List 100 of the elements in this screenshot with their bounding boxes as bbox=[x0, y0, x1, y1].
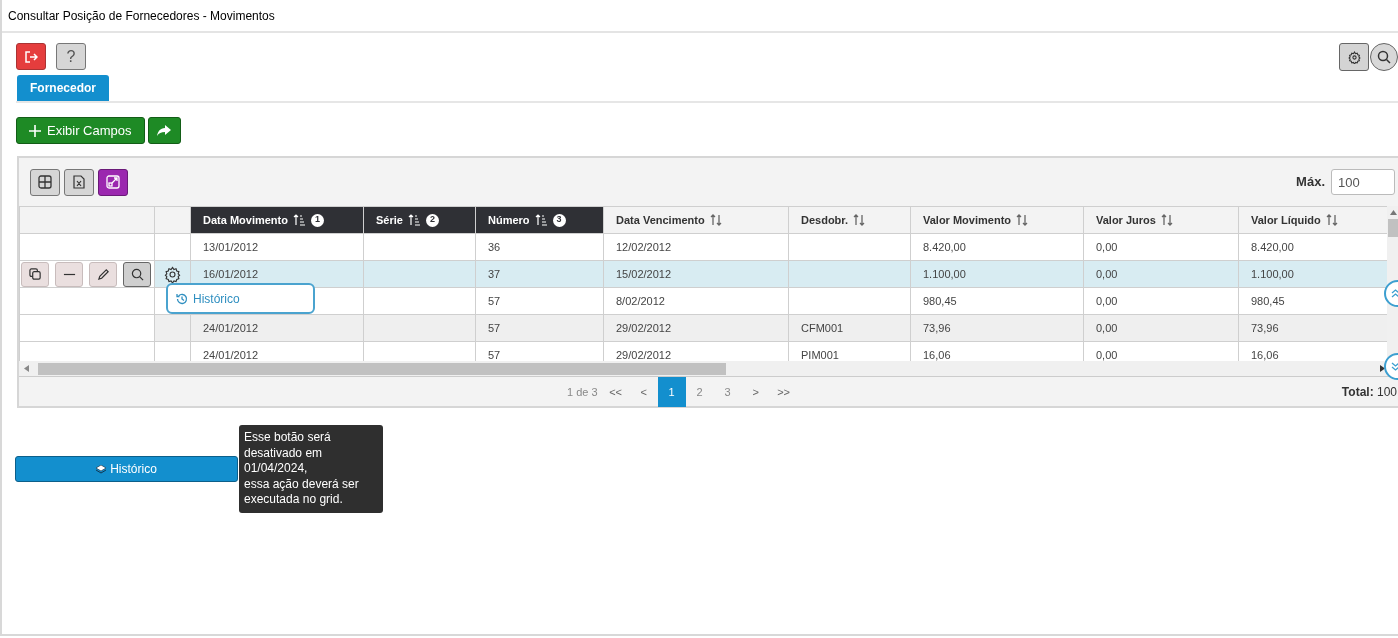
window-title: Consultar Posição de Fornecedores - Movimentos bbox=[8, 7, 275, 25]
column-header[interactable]: Data Movimento 1 bbox=[190, 206, 364, 234]
table-cell: 980,45 bbox=[1251, 294, 1285, 307]
table-row[interactable]: 16/01/2012 37 15/02/2012 1.100,00 0,00 1.100,00 bbox=[19, 260, 1387, 288]
table-cell: 57 bbox=[488, 294, 501, 307]
sort-order-badge: 2 bbox=[425, 213, 439, 227]
table-cell: CFM001 bbox=[801, 321, 844, 334]
tooltip-text: Esse botão será bbox=[244, 430, 332, 446]
table-cell: 13/01/2012 bbox=[203, 240, 259, 253]
copy-icon bbox=[28, 267, 42, 281]
column-header[interactable]: Valor Movimento bbox=[910, 206, 1084, 234]
expand-button[interactable] bbox=[98, 168, 128, 196]
table-cell: 8.420,00 bbox=[923, 240, 966, 253]
sort-icon bbox=[853, 214, 867, 226]
sort-ascending-icon bbox=[407, 214, 421, 226]
settings-icon bbox=[1347, 50, 1361, 64]
column-header[interactable]: Série 2 bbox=[363, 206, 476, 234]
fornecedor-tab[interactable]: Fornecedor bbox=[17, 75, 109, 101]
spreadsheet-file-icon bbox=[73, 175, 85, 189]
chevrons-down-icon bbox=[1391, 362, 1398, 371]
row-action-button[interactable] bbox=[21, 261, 49, 287]
sort-order-badge: 1 bbox=[310, 213, 324, 227]
table-cell: 29/02/2012 bbox=[616, 321, 672, 334]
search-icon bbox=[130, 267, 144, 281]
table-cell: 12/02/2012 bbox=[616, 240, 672, 253]
show-fields-button[interactable]: Exibir Campos bbox=[16, 117, 145, 144]
table-cell: 1.100,00 bbox=[1251, 267, 1294, 280]
column-header[interactable]: Desdobr. bbox=[788, 206, 911, 234]
previous-page-button[interactable]: < bbox=[629, 377, 658, 407]
max-input[interactable]: 100 bbox=[1331, 169, 1395, 195]
column-header[interactable]: Número 3 bbox=[475, 206, 604, 234]
table-cell: 24/01/2012 bbox=[203, 348, 259, 361]
table-cell: 16,06 bbox=[923, 348, 951, 361]
history-menu-item[interactable]: Histórico bbox=[176, 289, 240, 308]
scroll-left-arrow-icon bbox=[24, 365, 29, 372]
sort-icon bbox=[1016, 214, 1030, 226]
table-cell: 0,00 bbox=[1096, 321, 1118, 334]
scroll-up-arrow-icon bbox=[1390, 210, 1397, 215]
grid-icon bbox=[38, 175, 52, 189]
excel-export-button[interactable] bbox=[64, 168, 94, 196]
expand-icon bbox=[106, 175, 120, 189]
sort-ascending-icon bbox=[292, 214, 306, 226]
exit-icon bbox=[24, 49, 38, 64]
table-cell: 57 bbox=[488, 321, 501, 334]
tooltip-text: 01/04/2024, bbox=[244, 461, 309, 477]
gear-icon[interactable] bbox=[164, 265, 181, 283]
table-cell: 36 bbox=[488, 240, 501, 253]
table-cell: 24/01/2012 bbox=[203, 321, 259, 334]
share-arrow-icon bbox=[157, 124, 172, 137]
scrollbar-thumb[interactable] bbox=[38, 362, 726, 375]
table-cell: 8/02/2012 bbox=[616, 294, 665, 307]
help-button[interactable]: ? bbox=[56, 43, 86, 70]
table-cell: 0,00 bbox=[1096, 348, 1118, 361]
table-cell: 980,45 bbox=[923, 294, 957, 307]
tooltip-text: desativado em bbox=[244, 445, 324, 461]
max-label: Máx. bbox=[1296, 173, 1325, 192]
table-cell: PIM001 bbox=[801, 348, 839, 361]
column-header[interactable]: Valor Líquido bbox=[1238, 206, 1387, 234]
chevrons-up-icon bbox=[1391, 289, 1398, 298]
table-cell: 1.100,00 bbox=[923, 267, 966, 280]
page-button[interactable]: 1 bbox=[657, 377, 686, 407]
row-action-button[interactable] bbox=[89, 261, 117, 287]
table-cell: 0,00 bbox=[1096, 240, 1118, 253]
search-button[interactable] bbox=[1370, 43, 1398, 71]
settings-button[interactable] bbox=[1339, 43, 1369, 71]
history-icon bbox=[176, 292, 188, 305]
table-cell: 73,96 bbox=[1251, 321, 1279, 334]
table-cell: 37 bbox=[488, 267, 501, 280]
history-button[interactable]: Histórico bbox=[15, 456, 238, 482]
table-cell: 29/02/2012 bbox=[616, 348, 672, 361]
next-page-button[interactable]: > bbox=[741, 377, 770, 407]
columns-button[interactable] bbox=[30, 168, 60, 196]
pencil-icon bbox=[96, 267, 110, 281]
share-button[interactable] bbox=[147, 117, 181, 144]
sort-icon bbox=[1160, 214, 1174, 226]
table-cell: 0,00 bbox=[1096, 294, 1118, 307]
search-icon bbox=[1377, 50, 1391, 64]
page-summary: 1 de 3 bbox=[567, 384, 598, 400]
first-page-button[interactable]: << bbox=[601, 377, 630, 407]
column-header[interactable]: Valor Juros bbox=[1083, 206, 1239, 234]
exit-button[interactable] bbox=[16, 43, 46, 70]
table-cell: 57 bbox=[488, 348, 501, 361]
sort-ascending-icon bbox=[534, 214, 548, 226]
sort-order-badge: 3 bbox=[552, 213, 566, 227]
scrollbar-thumb[interactable] bbox=[1388, 219, 1398, 237]
table-cell: 0,00 bbox=[1096, 267, 1118, 280]
plus-icon bbox=[29, 124, 41, 137]
sort-icon bbox=[1325, 214, 1339, 226]
table-cell: 16/01/2012 bbox=[203, 267, 259, 280]
table-row[interactable]: 13/01/2012 36 12/02/2012 8.420,00 0,00 8.420,00 bbox=[19, 233, 1387, 261]
table-cell: 16,06 bbox=[1251, 348, 1279, 361]
column-header[interactable]: Data Vencimento bbox=[603, 206, 789, 234]
total-count: Total: 100 bbox=[1341, 384, 1397, 401]
last-page-button[interactable]: >> bbox=[769, 377, 798, 407]
table-row[interactable]: 24/01/2012 57 29/02/2012 CFM001 73,96 0,00 73,96 bbox=[19, 314, 1387, 342]
row-action-button[interactable] bbox=[123, 261, 151, 287]
table-cell: 73,96 bbox=[923, 321, 951, 334]
table-row[interactable]: 24/01/2012 57 29/02/2012 PIM001 16,06 0,00 16,06 bbox=[19, 341, 1387, 361]
book-icon bbox=[96, 464, 107, 474]
tooltip-text: essa ação deverá ser bbox=[244, 476, 360, 492]
